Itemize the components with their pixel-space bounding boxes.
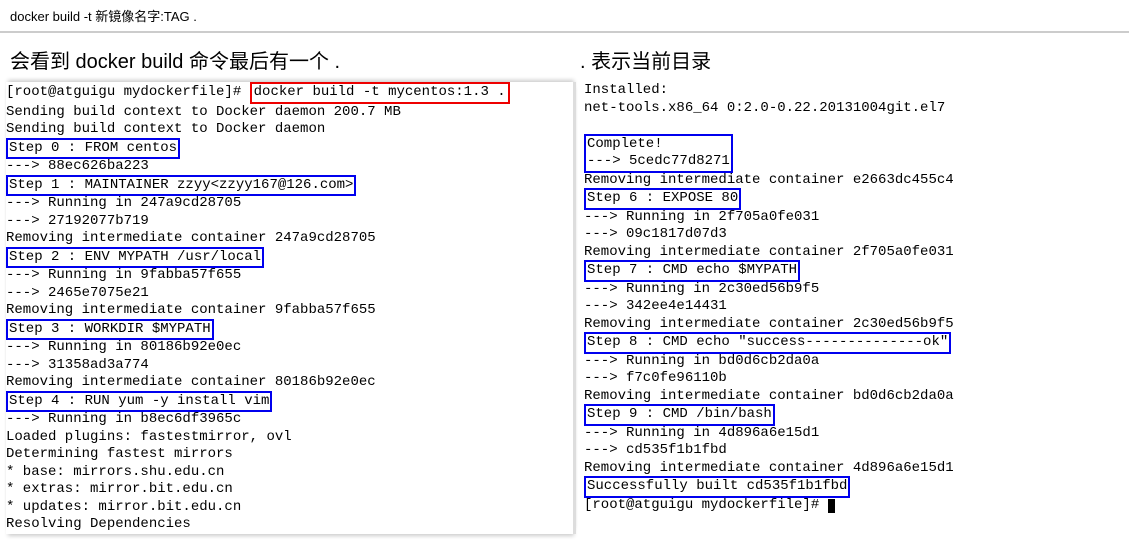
out-line: Step 3 : WORKDIR $MYPATH: [6, 320, 567, 340]
top-command-text: docker build -t 新镜像名字:TAG .: [10, 9, 197, 24]
out-line: Step 6 : EXPOSE 80: [584, 189, 1123, 209]
out-line: ---> Running in b8ec6df3965c: [6, 411, 567, 429]
out-line: ---> 09c1817d07d3: [584, 226, 1123, 244]
step8-highlight: Step 8 : CMD echo "success--------------…: [584, 332, 951, 354]
out-line: ---> 31358ad3a774: [6, 357, 567, 375]
heading-left: 会看到 docker build 命令最后有一个 .: [10, 45, 580, 74]
out-line: ---> 88ec626ba223: [6, 158, 567, 176]
out-line: Removing intermediate container 2c30ed56…: [584, 316, 1123, 334]
headings-row: 会看到 docker build 命令最后有一个 . . 表示当前目录: [0, 33, 1129, 82]
out-line: Sending build context to Docker daemon 2…: [6, 104, 567, 122]
out-line: Removing intermediate container bd0d6cb2…: [584, 388, 1123, 406]
out-line: * base: mirrors.shu.edu.cn: [6, 464, 567, 482]
out-line: Step 2 : ENV MYPATH /usr/local: [6, 248, 567, 268]
step7-highlight: Step 7 : CMD echo $MYPATH: [584, 260, 800, 282]
out-line: ---> Running in 247a9cd28705: [6, 195, 567, 213]
out-line: Removing intermediate container 247a9cd2…: [6, 230, 567, 248]
out-line: ---> f7c0fe96110b: [584, 370, 1123, 388]
step6-highlight: Step 6 : EXPOSE 80: [584, 188, 741, 210]
out-line: ---> Running in 4d896a6e15d1: [584, 425, 1123, 443]
out-line: ---> Running in bd0d6cb2da0a: [584, 353, 1123, 371]
out-line: Loaded plugins: fastestmirror, ovl: [6, 429, 567, 447]
out-line: Step 9 : CMD /bin/bash: [584, 405, 1123, 425]
out-line: Removing intermediate container 4d896a6e…: [584, 460, 1123, 478]
out-line: net-tools.x86_64 0:2.0-0.22.20131004git.…: [584, 100, 1123, 118]
out-line: Successfully built cd535f1b1fbd: [584, 477, 1123, 497]
out-line: Step 4 : RUN yum -y install vim: [6, 392, 567, 412]
step1-highlight: Step 1 : MAINTAINER zzyy<zzyy167@126.com…: [6, 175, 356, 197]
out-line: ---> Running in 2c30ed56b9f5: [584, 281, 1123, 299]
heading-right: . 表示当前目录: [580, 45, 711, 74]
terminal-left: [root@atguigu mydockerfile]# docker buil…: [6, 82, 576, 534]
shell-prompt-end: [root@atguigu mydockerfile]#: [584, 497, 828, 513]
out-line: * updates: mirror.bit.edu.cn: [6, 499, 567, 517]
out-line: Complete! ---> 5cedc77d8271: [584, 135, 1123, 172]
step2-highlight: Step 2 : ENV MYPATH /usr/local: [6, 247, 264, 269]
out-line: ---> cd535f1b1fbd: [584, 442, 1123, 460]
build-command-highlight: docker build -t mycentos:1.3 .: [250, 82, 510, 104]
out-line: Installed:: [584, 82, 1123, 100]
out-line: ---> Running in 2f705a0fe031: [584, 209, 1123, 227]
out-line: ---> 2465e7075e21: [6, 285, 567, 303]
out-line: Removing intermediate container 2f705a0f…: [584, 244, 1123, 262]
terminal-columns: [root@atguigu mydockerfile]# docker buil…: [0, 82, 1129, 534]
line-prompt-end: [root@atguigu mydockerfile]#: [584, 497, 1123, 515]
out-line: Step 8 : CMD echo "success--------------…: [584, 333, 1123, 353]
out-line: Sending build context to Docker daemon: [6, 121, 567, 139]
out-line: * extras: mirror.bit.edu.cn: [6, 481, 567, 499]
step0-highlight: Step 0 : FROM centos: [6, 138, 180, 160]
out-line: ---> 27192077b719: [6, 213, 567, 231]
step9-highlight: Step 9 : CMD /bin/bash: [584, 404, 775, 426]
shell-prompt: [root@atguigu mydockerfile]#: [6, 84, 250, 100]
out-line: Step 0 : FROM centos: [6, 139, 567, 159]
out-line: Removing intermediate container e2663dc4…: [584, 172, 1123, 190]
out-line: [584, 117, 1123, 135]
terminal-right: Installed: net-tools.x86_64 0:2.0-0.22.2…: [576, 82, 1123, 534]
step3-highlight: Step 3 : WORKDIR $MYPATH: [6, 319, 214, 341]
out-line: ---> Running in 80186b92e0ec: [6, 339, 567, 357]
out-line: Removing intermediate container 9fabba57…: [6, 302, 567, 320]
out-line: ---> 342ee4e14431: [584, 298, 1123, 316]
step4-highlight: Step 4 : RUN yum -y install vim: [6, 391, 272, 413]
complete-hash: ---> 5cedc77d8271: [587, 153, 730, 169]
out-line: Determining fastest mirrors: [6, 446, 567, 464]
complete-highlight: Complete! ---> 5cedc77d8271: [584, 134, 733, 173]
line-prompt: [root@atguigu mydockerfile]# docker buil…: [6, 82, 567, 104]
out-line: Step 7 : CMD echo $MYPATH: [584, 261, 1123, 281]
top-command-bar: docker build -t 新镜像名字:TAG .: [0, 0, 1129, 33]
success-highlight: Successfully built cd535f1b1fbd: [584, 476, 850, 498]
out-line: Removing intermediate container 80186b92…: [6, 374, 567, 392]
out-line: Step 1 : MAINTAINER zzyy<zzyy167@126.com…: [6, 176, 567, 196]
cursor-icon: [828, 499, 835, 513]
complete-text: Complete!: [587, 136, 663, 152]
out-line: ---> Running in 9fabba57f655: [6, 267, 567, 285]
out-line: Resolving Dependencies: [6, 516, 567, 534]
